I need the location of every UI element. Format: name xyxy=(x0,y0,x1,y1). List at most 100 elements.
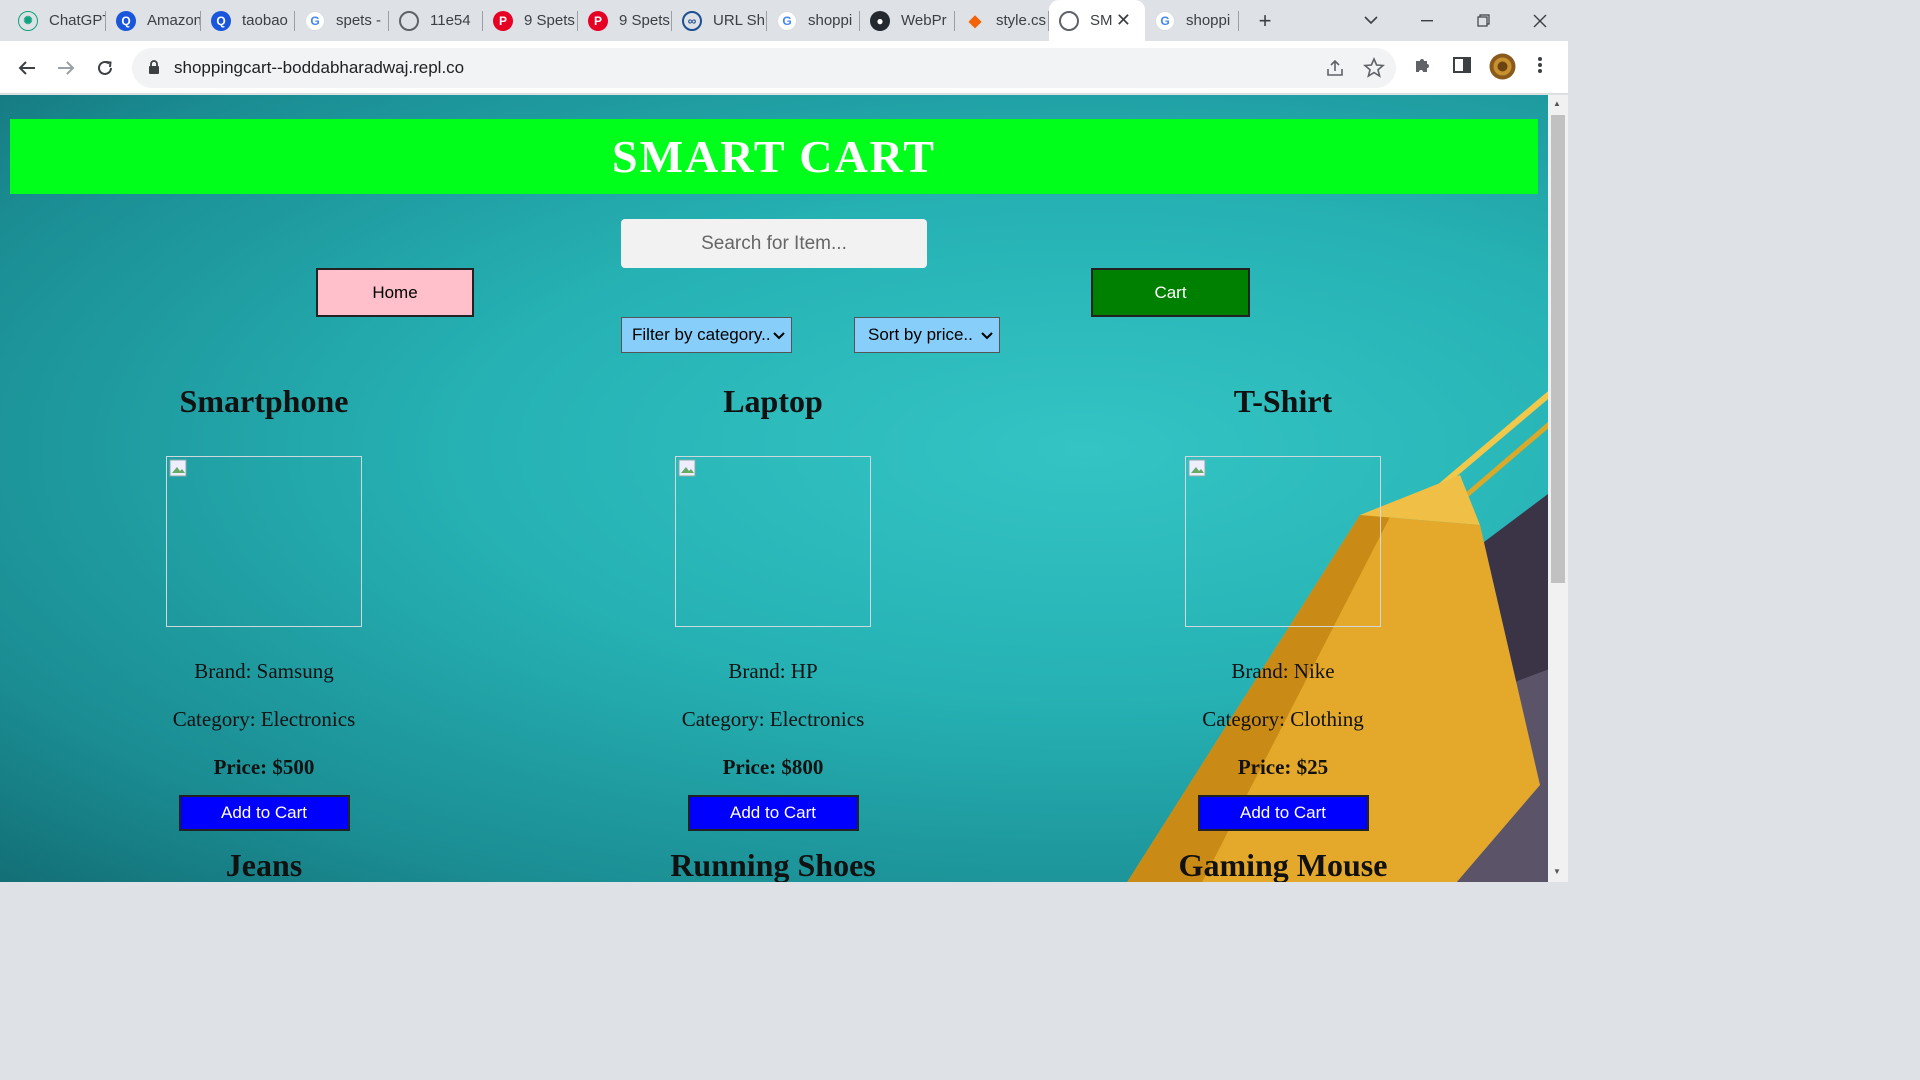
tab-active-smart-cart[interactable]: SM ✕ xyxy=(1049,0,1145,41)
scrollbar-thumb[interactable] xyxy=(1551,115,1565,583)
add-to-cart-button[interactable]: Add to Cart xyxy=(1197,795,1369,831)
tab-label: Amazon xyxy=(147,12,201,29)
page-viewport: SMART CART Home Cart Filter by category.… xyxy=(0,95,1548,882)
product-category: Category: Electronics xyxy=(681,707,865,731)
profile-avatar[interactable] xyxy=(1489,53,1516,85)
pinterest-icon: P xyxy=(588,10,608,31)
product-name-gaming-mouse: Gaming Mouse xyxy=(1178,847,1388,882)
search-q-icon: Q xyxy=(211,10,231,31)
chatgpt-icon: ✺ xyxy=(18,10,38,31)
browser-menu-icon[interactable] xyxy=(1536,55,1544,80)
add-to-cart-button[interactable]: Add to Cart xyxy=(178,795,350,831)
scroll-up-icon[interactable]: ▲ xyxy=(1553,99,1561,108)
reload-icon[interactable] xyxy=(90,53,120,83)
chevron-down-icon xyxy=(773,327,785,348)
tab-label: shoppi xyxy=(808,12,853,29)
google-icon: G xyxy=(1155,10,1175,31)
category-filter-value: Filter by category.. xyxy=(632,325,771,344)
product-name: Smartphone xyxy=(179,383,349,419)
page-scrollbar[interactable]: ▲ ▼ xyxy=(1548,95,1568,882)
price-sort-value: Sort by price.. xyxy=(868,325,973,344)
restore-icon[interactable] xyxy=(1468,0,1498,41)
google-icon: G xyxy=(777,10,797,31)
product-price: Price: $800 xyxy=(722,755,824,779)
close-tab-icon[interactable]: ✕ xyxy=(1116,10,1131,31)
product-name-jeans: Jeans xyxy=(225,847,303,882)
search-input[interactable] xyxy=(621,219,927,268)
address-bar[interactable]: shoppingcart--boddabharadwaj.repl.co xyxy=(132,48,1396,88)
tab-label: style.cs xyxy=(996,12,1047,29)
tab-chatgpt[interactable]: ✺ ChatGPT xyxy=(0,0,106,41)
product-brand: Brand: Nike xyxy=(1231,659,1335,683)
close-window-icon[interactable] xyxy=(1525,0,1555,41)
globe-icon xyxy=(1059,10,1079,31)
tab-label: ChatGPT xyxy=(49,12,106,29)
product-image xyxy=(166,456,362,627)
url-text: shoppingcart--boddabharadwaj.repl.co xyxy=(174,58,465,77)
product-brand: Brand: Samsung xyxy=(194,659,334,683)
tab-globe[interactable]: 11e54 xyxy=(389,0,483,41)
category-filter-select[interactable]: Filter by category.. xyxy=(621,317,792,353)
minimize-icon[interactable] xyxy=(1412,0,1442,41)
broken-image-icon xyxy=(169,459,187,477)
browser-toolbar: shoppingcart--boddabharadwaj.repl.co xyxy=(0,41,1568,94)
tab-label: 9 Spets xyxy=(619,12,670,29)
product-category: Category: Electronics xyxy=(172,707,356,731)
product-image xyxy=(675,456,871,627)
broken-image-icon xyxy=(1188,459,1206,477)
extensions-puzzle-icon[interactable] xyxy=(1413,55,1433,80)
product-brand: Brand: HP xyxy=(728,659,818,683)
tab-search-chevron-icon[interactable] xyxy=(1356,0,1386,41)
tab-label: shoppi xyxy=(1186,12,1231,29)
product-card-tshirt: T-Shirt Brand: Nike Category: Clothing P… xyxy=(1093,376,1473,831)
product-name-running-shoes: Running Shoes xyxy=(670,847,876,882)
tab-label: WebPr xyxy=(901,12,947,29)
tab-label: 11e54 xyxy=(430,12,471,29)
chevron-down-icon xyxy=(981,327,993,348)
tab-replit-style[interactable]: ◆ style.cs xyxy=(955,0,1049,41)
product-price: Price: $25 xyxy=(1237,755,1329,779)
new-tab-icon[interactable]: + xyxy=(1250,0,1280,41)
product-category: Category: Clothing xyxy=(1202,707,1364,731)
share-icon[interactable] xyxy=(1324,57,1346,84)
back-icon[interactable] xyxy=(12,53,42,83)
tab-google-spets[interactable]: G spets - xyxy=(295,0,389,41)
replit-icon: ◆ xyxy=(968,12,982,30)
bookmark-star-icon[interactable] xyxy=(1363,56,1385,84)
tab-taobao[interactable]: Q taobao xyxy=(201,0,295,41)
link-icon: ∞ xyxy=(682,10,702,31)
add-to-cart-button[interactable]: Add to Cart xyxy=(687,795,859,831)
tab-label: 9 Spets xyxy=(524,12,575,29)
tab-pinterest-1[interactable]: P 9 Spets xyxy=(483,0,578,41)
site-title: SMART CART xyxy=(612,131,936,182)
tab-label: spets - xyxy=(336,12,382,29)
tab-label: SM xyxy=(1090,12,1113,29)
pinterest-icon: P xyxy=(493,10,513,31)
github-icon: ● xyxy=(870,10,890,31)
tab-google-shopping-2[interactable]: G shoppi xyxy=(1145,0,1239,41)
side-panel-icon[interactable] xyxy=(1452,55,1472,80)
tab-pinterest-2[interactable]: P 9 Spets xyxy=(578,0,672,41)
scroll-down-icon[interactable]: ▼ xyxy=(1553,867,1561,876)
cart-button[interactable]: Cart xyxy=(1091,268,1250,317)
tab-url-shortener[interactable]: ∞ URL Sh xyxy=(672,0,767,41)
product-card-smartphone: Smartphone Brand: Samsung Category: Elec… xyxy=(74,376,454,831)
product-image xyxy=(1185,456,1381,627)
product-name: Laptop xyxy=(723,383,823,419)
home-button[interactable]: Home xyxy=(316,268,474,317)
google-icon: G xyxy=(305,10,325,31)
product-name: T-Shirt xyxy=(1233,383,1333,419)
globe-icon xyxy=(399,10,419,31)
tab-label: URL Sh xyxy=(713,12,765,29)
product-card-laptop: Laptop Brand: HP Category: Electronics P… xyxy=(583,376,963,831)
search-q-icon: Q xyxy=(116,10,136,31)
tab-strip: ✺ ChatGPT Q Amazon Q taobao G spets - 11… xyxy=(0,0,1568,41)
tab-github[interactable]: ● WebPr xyxy=(860,0,955,41)
tab-google-shopping[interactable]: G shoppi xyxy=(767,0,860,41)
site-header: SMART CART xyxy=(10,119,1538,194)
lock-icon xyxy=(148,60,160,80)
forward-icon[interactable] xyxy=(51,53,81,83)
product-price: Price: $500 xyxy=(213,755,315,779)
tab-amazon[interactable]: Q Amazon xyxy=(106,0,201,41)
price-sort-select[interactable]: Sort by price.. xyxy=(854,317,1000,353)
